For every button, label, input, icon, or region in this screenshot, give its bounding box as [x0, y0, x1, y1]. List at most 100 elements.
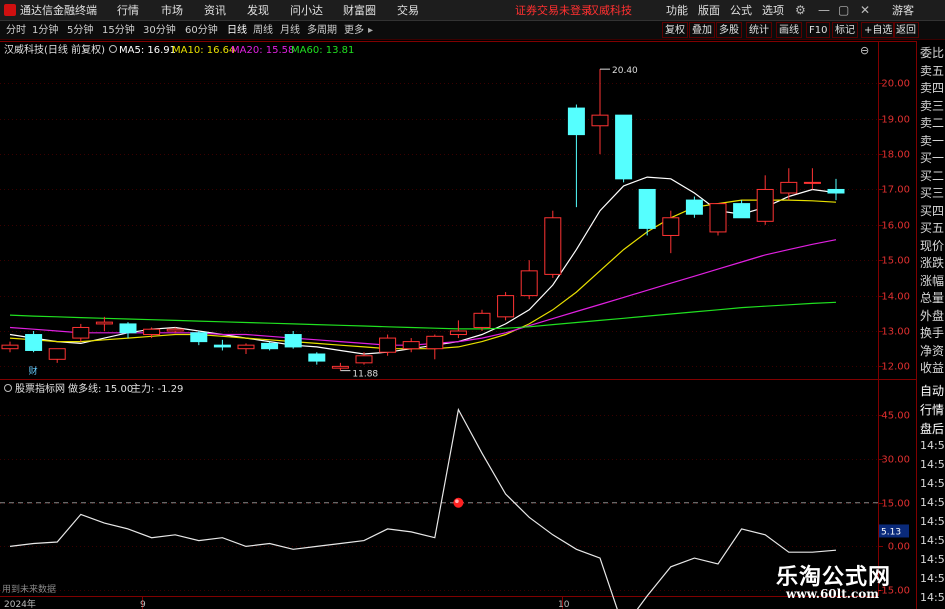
period-more[interactable]: 更多: [344, 21, 364, 40]
candle-body-23: [544, 217, 562, 275]
date-label-year: 2024年: [4, 598, 36, 609]
side-analysis-1[interactable]: 行情: [920, 401, 944, 418]
layout-button[interactable]: 版面: [698, 0, 720, 21]
watermark: 乐淘公式网 www.60lt.com: [770, 559, 930, 607]
options-button[interactable]: 选项: [762, 0, 784, 21]
candle-body-14: [331, 365, 349, 369]
function-button[interactable]: 功能: [666, 0, 688, 21]
ma10-label: MA10: 16.64: [172, 45, 235, 56]
kline-zoom-icon[interactable]: ⊖: [860, 44, 869, 57]
side-item-5: 卖一: [920, 133, 945, 148]
menu-jiaoyi[interactable]: 交易: [397, 0, 419, 21]
candle-body-10: [237, 344, 255, 350]
ma60-label: MA60: 13.81: [291, 45, 354, 56]
side-item-16: 换手: [920, 326, 945, 340]
menu-wenxiaoda[interactable]: 问小达: [290, 0, 323, 21]
candle-1: [25, 331, 43, 353]
ind-tick-label-3: 30.00: [881, 455, 910, 466]
candle-body-20: [473, 312, 491, 328]
menu-shichang[interactable]: 市场: [161, 0, 183, 21]
side-item-4: 卖二: [920, 116, 945, 130]
more-arrow-icon[interactable]: ▸: [368, 21, 373, 40]
minimize-icon[interactable]: —: [818, 0, 830, 21]
side-item-12: 涨跌: [920, 256, 945, 270]
candle-body-21: [497, 295, 515, 318]
side-item-8: 买三: [920, 186, 945, 200]
overlay-button[interactable]: 叠加: [689, 22, 715, 38]
period-1min[interactable]: 1分钟: [32, 21, 58, 40]
side-time-0: 14:56: [920, 439, 945, 452]
candle-body-17: [402, 341, 420, 350]
side-item-11: 现价: [920, 238, 945, 253]
candle-21: [497, 292, 515, 321]
side-time-1: 14:56: [920, 458, 945, 471]
candle-body-2: [48, 348, 66, 360]
add-watchlist-button[interactable]: +自选: [861, 22, 896, 38]
high-price-label: 20.40: [612, 66, 638, 76]
close-icon[interactable]: ✕: [860, 0, 870, 21]
menu-caifuquan[interactable]: 财富圈: [343, 0, 376, 21]
kline-title: 汉威科技(日线 前复权): [4, 43, 105, 56]
settings-icon[interactable]: ⚙: [795, 0, 806, 21]
candle-body-27: [638, 188, 656, 229]
candle-body-13: [308, 353, 326, 362]
price-tick-label-0: 12.00: [881, 362, 910, 373]
mark-button[interactable]: 标记: [832, 22, 858, 38]
period-multi[interactable]: 多周期: [307, 21, 337, 40]
guest-label[interactable]: 游客: [892, 0, 914, 21]
period-fenshi[interactable]: 分时: [6, 21, 26, 40]
multi-stock-button[interactable]: 多股: [716, 22, 742, 38]
price-tick-label-6: 18.00: [881, 150, 910, 161]
menu-faxian[interactable]: 发现: [247, 0, 269, 21]
price-tick-label-1: 13.00: [881, 327, 910, 338]
candle-body-28: [662, 217, 680, 236]
f10-button[interactable]: F10: [806, 22, 831, 38]
menu-hangqing[interactable]: 行情: [117, 0, 139, 21]
candle-30: [709, 203, 727, 236]
title-bar: 通达信金融终端 行情 市场 资讯 发现 问小达 财富圈 交易 证券交易未登录 汉…: [0, 0, 945, 21]
candle-body-22: [520, 270, 538, 297]
price-axis: 12.00 13.00 14.00 15.00 16.00 17.00 18.00 19.00…: [878, 79, 910, 373]
side-time-3: 14:56: [920, 496, 945, 509]
price-tick-label-7: 19.00: [881, 115, 910, 126]
period-5min[interactable]: 5分钟: [67, 21, 93, 40]
candle-body-34: [803, 181, 821, 184]
stats-button[interactable]: 统计: [746, 22, 772, 38]
side-item-10: 买五: [920, 221, 945, 235]
side-time-4: 14:56: [920, 515, 945, 528]
ind-tick-label-4: 45.00: [881, 411, 910, 422]
period-monthly[interactable]: 月线: [280, 21, 300, 40]
period-daily[interactable]: 日线: [227, 21, 247, 40]
indicator-main-label: 主力: -1.29: [131, 382, 183, 395]
current-stock-name: 汉威科技: [588, 4, 632, 17]
app-name: 通达信金融终端: [20, 4, 97, 17]
draw-line-button[interactable]: 画线: [776, 22, 802, 38]
restore-right-button[interactable]: 复权: [662, 22, 688, 38]
maximize-icon[interactable]: ▢: [838, 0, 849, 21]
period-toolbar: 分时 1分钟 5分钟 15分钟 30分钟 60分钟 日线 周线 月线 多周期 更…: [0, 21, 945, 40]
menu-zixun[interactable]: 资讯: [204, 0, 226, 21]
candle-16: [379, 334, 397, 356]
period-15min[interactable]: 15分钟: [102, 21, 135, 40]
formula-button[interactable]: 公式: [730, 0, 752, 21]
period-weekly[interactable]: 周线: [253, 21, 273, 40]
candle-body-11: [261, 342, 279, 350]
candle-body-5: [119, 323, 137, 334]
login-status[interactable]: 证券交易未登录: [515, 0, 592, 21]
period-60min[interactable]: 60分钟: [185, 21, 218, 40]
price-tick-label-4: 16.00: [881, 221, 910, 232]
side-item-18: 收益: [920, 361, 945, 375]
period-30min[interactable]: 30分钟: [143, 21, 176, 40]
candle-body-8: [190, 332, 208, 343]
side-item-9: 买四: [920, 203, 945, 218]
stock-chart-area[interactable]: 汉威科技(日线 前复权) MA5: 16.91 MA10: 16.64 MA20…: [0, 41, 916, 609]
side-analysis-0[interactable]: 自动: [920, 382, 944, 399]
candle-body-16: [379, 337, 397, 353]
back-button[interactable]: 返回: [893, 22, 919, 38]
app-logo-icon: [4, 4, 16, 16]
side-analysis-2[interactable]: 盘后: [920, 420, 944, 437]
candle-body-25: [591, 114, 609, 127]
candle-20: [473, 309, 491, 331]
candle-23: [544, 210, 562, 278]
side-item-3: 卖三: [920, 98, 945, 113]
